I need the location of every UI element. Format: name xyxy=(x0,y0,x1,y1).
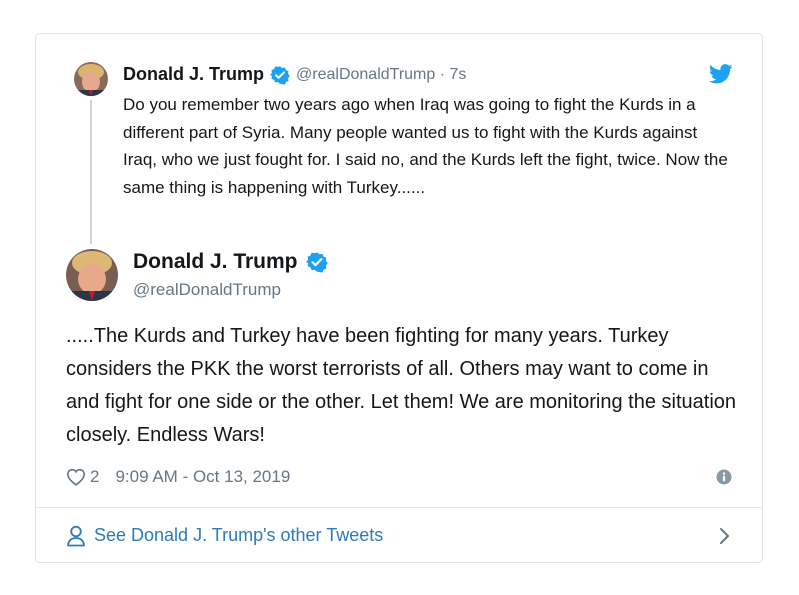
main-tweet-text: .....The Kurds and Turkey have been figh… xyxy=(66,325,737,446)
parent-tweet-header: Donald J. Trump @realDonaldTrump · 7s xyxy=(123,64,466,85)
parent-handle-and-time[interactable]: @realDonaldTrump · 7s xyxy=(296,66,466,84)
info-icon[interactable] xyxy=(716,469,732,485)
person-icon xyxy=(66,525,86,547)
chevron-right-icon[interactable] xyxy=(718,526,732,546)
parent-tweet-text: Do you remember two years ago when Iraq … xyxy=(123,95,728,197)
main-author-name[interactable]: Donald J. Trump xyxy=(133,250,298,274)
main-author-handle[interactable]: @realDonaldTrump xyxy=(133,280,281,300)
tweet-meta-row: 2 9:09 AM - Oct 13, 2019 xyxy=(66,465,732,489)
tweet-timestamp[interactable]: 9:09 AM - Oct 13, 2019 xyxy=(115,467,290,487)
embedded-tweet-card: Donald J. Trump @realDonaldTrump · 7s Do… xyxy=(35,33,763,563)
verified-badge-icon xyxy=(305,251,328,273)
see-other-tweets-link[interactable]: See Donald J. Trump's other Tweets xyxy=(94,525,383,546)
heart-icon[interactable] xyxy=(66,468,86,486)
parent-avatar[interactable] xyxy=(74,62,108,96)
twitter-bird-icon[interactable] xyxy=(708,64,733,84)
parent-author-name[interactable]: Donald J. Trump xyxy=(123,64,264,85)
like-count[interactable]: 2 xyxy=(90,467,99,487)
thread-connector-line xyxy=(90,100,92,244)
see-other-tweets-row[interactable]: See Donald J. Trump's other Tweets xyxy=(66,508,732,563)
main-avatar[interactable] xyxy=(66,249,118,301)
verified-badge-icon xyxy=(270,65,290,85)
main-author-row: Donald J. Trump xyxy=(133,250,328,274)
